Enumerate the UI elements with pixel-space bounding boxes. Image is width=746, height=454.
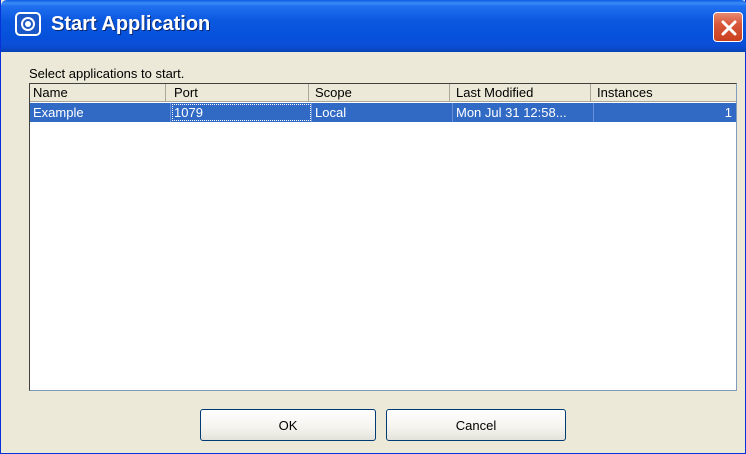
start-application-dialog: Start Application Select applications to… bbox=[0, 0, 746, 454]
cell-name[interactable]: Example bbox=[30, 103, 171, 122]
window-title: Start Application bbox=[51, 13, 211, 35]
cell-instances[interactable]: 1 bbox=[594, 103, 736, 122]
app-icon bbox=[15, 12, 41, 36]
close-icon bbox=[721, 20, 737, 36]
table-row[interactable]: Example 1079 Local Mon Jul 31 12:58... 1 bbox=[30, 103, 736, 122]
applications-table[interactable]: Name Port Scope Last Modified Instances … bbox=[29, 83, 737, 391]
column-header-instances[interactable]: Instances bbox=[594, 84, 736, 102]
prompt-label: Select applications to start. bbox=[29, 66, 185, 81]
column-header-port[interactable]: Port bbox=[171, 84, 309, 102]
cell-scope[interactable]: Local bbox=[312, 103, 453, 122]
column-header-scope[interactable]: Scope bbox=[312, 84, 450, 102]
column-header-name[interactable]: Name bbox=[30, 84, 166, 102]
column-header-last-modified[interactable]: Last Modified bbox=[453, 84, 591, 102]
cell-port[interactable]: 1079 bbox=[171, 103, 312, 122]
cancel-button[interactable]: Cancel bbox=[386, 409, 566, 441]
ok-button[interactable]: OK bbox=[200, 409, 376, 441]
title-bar[interactable]: Start Application bbox=[1, 0, 746, 52]
close-button[interactable] bbox=[713, 12, 743, 42]
cell-last-modified[interactable]: Mon Jul 31 12:58... bbox=[453, 103, 594, 122]
table-header: Name Port Scope Last Modified Instances bbox=[30, 84, 736, 102]
